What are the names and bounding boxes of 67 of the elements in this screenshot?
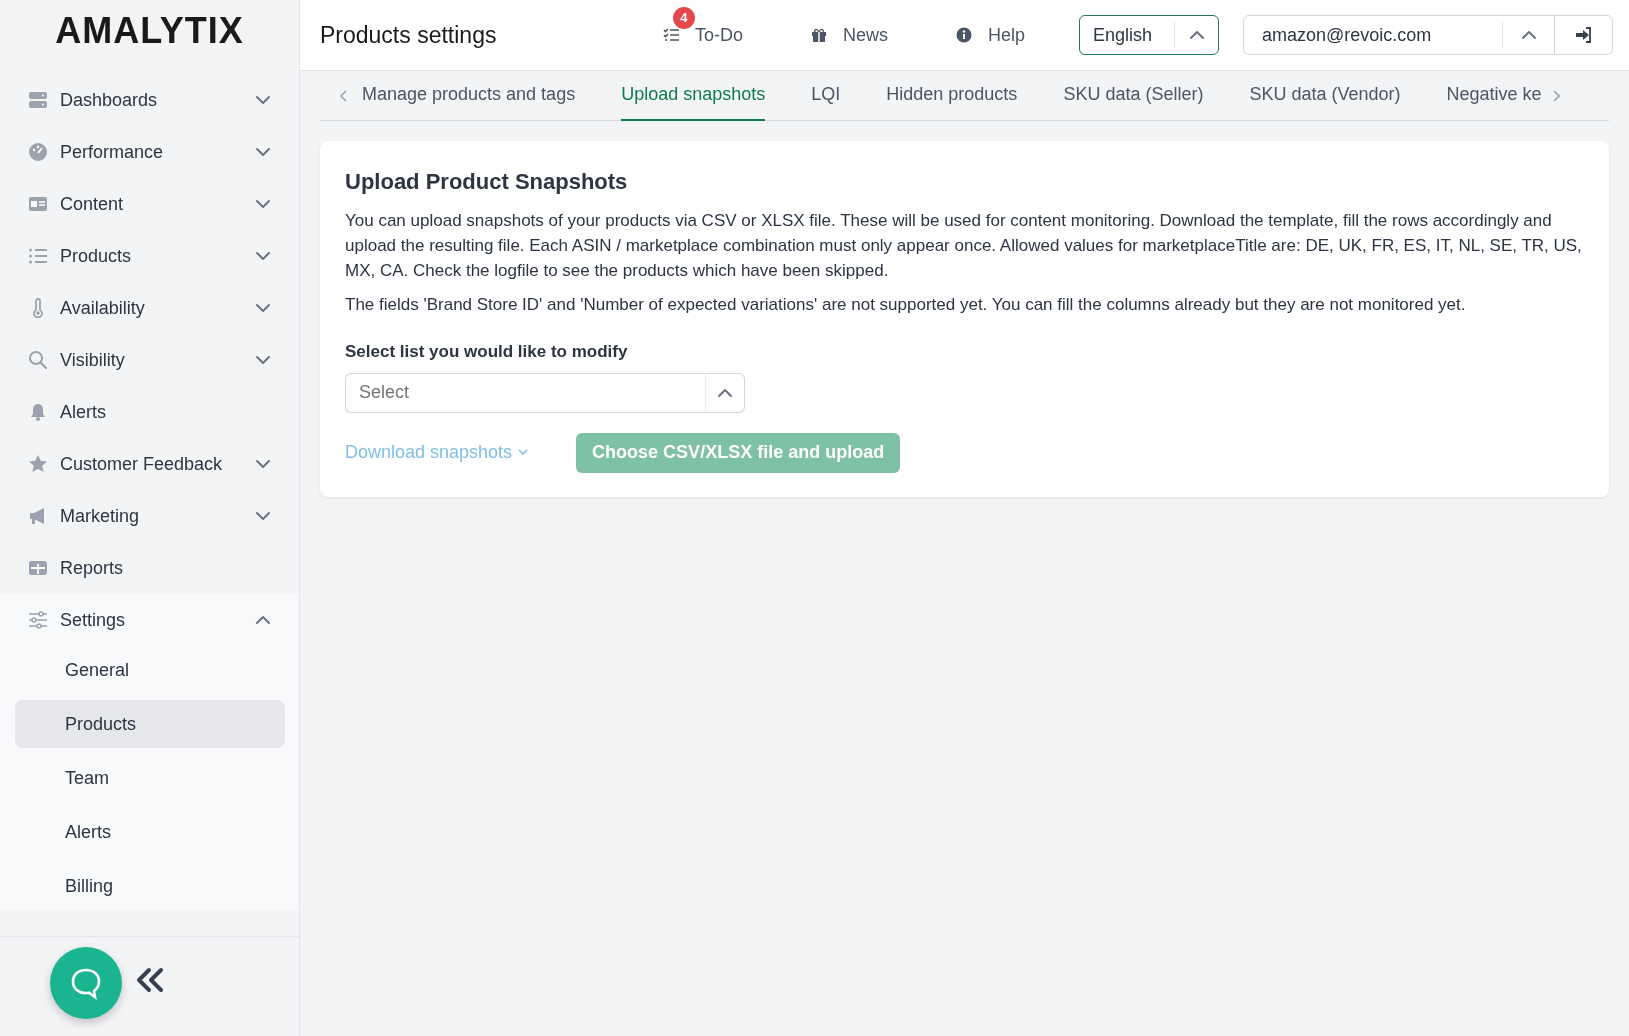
bell-icon <box>28 402 48 422</box>
sidebar-subitem[interactable]: Alerts <box>15 808 285 856</box>
language-select[interactable]: English <box>1079 15 1219 55</box>
sidebar-item[interactable]: Content <box>0 178 299 230</box>
chevron-up-icon <box>717 386 733 399</box>
description-text: You can upload snapshots of your products via CSV or XLSX file. These will be used for content monitoring. Download the template, fill the rows accordingly and upload the resulting file. Each ASIN / marketplace combination must only appear once. Allowed values for marketplaceTitle are: DE, UK, FR, ES, IT, NL, SE, TR, US, MX, CA. Check the logfile to see the products which have been skipped. <box>345 210 1583 282</box>
sidebar-item[interactable]: Performance <box>0 126 299 178</box>
sidebar-item[interactable]: Availability <box>0 282 299 334</box>
page-title: Products settings <box>320 20 497 50</box>
list-icon <box>28 246 48 266</box>
gauge-icon <box>28 142 48 162</box>
account-select[interactable]: amazon@revoic.com <box>1243 15 1613 55</box>
tab[interactable]: Hidden products <box>886 70 1018 121</box>
search-icon <box>28 350 48 370</box>
help-link[interactable]: Help <box>949 20 1031 50</box>
tab[interactable]: SKU data (Vendor) <box>1249 70 1401 121</box>
sidebar-item[interactable]: Dashboards <box>0 74 299 126</box>
chevron-down-icon <box>255 510 271 522</box>
chevron-up-icon <box>1188 29 1205 41</box>
star-icon <box>28 454 48 474</box>
chevron-down-icon <box>255 94 271 106</box>
sidebar-subitem[interactable]: General <box>15 646 285 694</box>
chat-button[interactable] <box>50 947 122 1019</box>
sidebar-item[interactable]: Settings <box>0 594 299 646</box>
server-icon <box>28 90 48 110</box>
speech-bubble-icon <box>69 966 103 1000</box>
sidebar-item[interactable]: Customer Feedback <box>0 438 299 490</box>
sidebar-item[interactable]: Products <box>0 230 299 282</box>
chevron-down-icon <box>255 458 271 470</box>
sidebar-subitem[interactable]: Billing <box>15 862 285 910</box>
sidebar-item[interactable]: Reports <box>0 542 299 594</box>
table-icon <box>28 558 48 578</box>
field-label: Select list you would like to modify <box>345 341 629 363</box>
chevron-down-icon <box>255 198 271 210</box>
sidebar-subitem[interactable]: Team <box>15 754 285 802</box>
description-text: The fields 'Brand Store ID' and 'Number of expected variations' are not supported yet. You can fill the columns already but they are not monitored yet. <box>345 294 1467 316</box>
chevron-up-icon <box>255 614 271 626</box>
sidebar-item[interactable]: Alerts <box>0 386 299 438</box>
sidebar-subitem[interactable]: Products <box>15 700 285 748</box>
chevron-left-icon <box>340 89 348 102</box>
dropdown-toggle-button[interactable] <box>705 372 745 413</box>
caret-icon <box>518 449 529 456</box>
sidebar-item[interactable]: Visibility <box>0 334 299 386</box>
checklist-icon <box>662 27 679 43</box>
chevron-down-icon <box>255 354 271 366</box>
sliders-icon <box>28 610 48 630</box>
tab[interactable]: LQI <box>811 70 841 121</box>
logout-icon <box>1575 27 1592 43</box>
sidebar-item[interactable]: Marketing <box>0 490 299 542</box>
chevron-right-icon <box>1551 89 1560 102</box>
logo: AMALYTIX <box>54 9 245 53</box>
news-link[interactable]: News <box>804 20 894 50</box>
tab[interactable]: SKU data (Seller) <box>1063 70 1204 121</box>
collapse-icon[interactable] <box>134 967 165 993</box>
tab[interactable]: Upload snapshots <box>621 70 766 121</box>
chevron-down-icon <box>255 146 271 158</box>
card-title: Upload Product Snapshots <box>345 168 629 196</box>
gift-icon <box>810 27 827 43</box>
info-icon <box>955 27 972 43</box>
id-card-icon <box>28 194 48 214</box>
tab[interactable]: Manage products and tags <box>362 70 576 121</box>
notification-badge: 4 <box>672 6 695 29</box>
list-select[interactable]: Select <box>345 372 705 413</box>
chevron-down-icon <box>255 250 271 262</box>
chevron-down-icon <box>255 302 271 314</box>
tab[interactable]: Negative ke <box>1446 70 1542 121</box>
chevron-up-icon <box>1520 29 1537 41</box>
